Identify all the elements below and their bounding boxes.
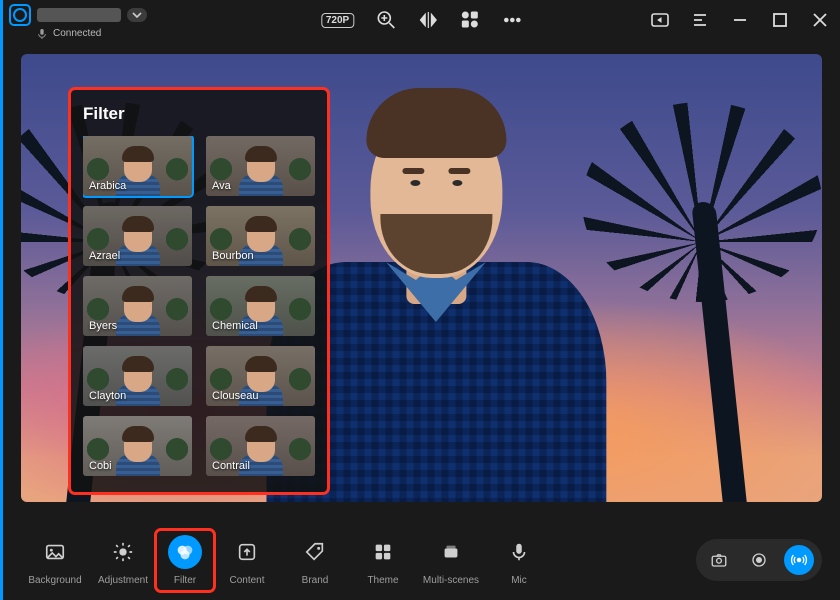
filter-thumb-ava[interactable]: Ava [206,136,315,196]
mic-status-icon [37,29,47,39]
top-bar: Connected 720P [3,0,840,44]
filter-panel-title: Filter [83,104,315,124]
bottom-toolbar: Background Adjustment Filter Content Bra… [3,520,840,600]
tool-multiscenes[interactable]: Multi-scenes [417,535,485,586]
filter-label: Chemical [212,320,258,332]
filter-label: Bourbon [212,250,254,262]
image-icon [38,535,72,569]
filter-thumb-azrael[interactable]: Azrael [83,206,192,266]
tool-label: Content [229,575,264,586]
tool-label: Mic [511,575,527,586]
filter-label: Byers [89,320,117,332]
filter-label: Ava [212,180,231,192]
tool-label: Background [28,575,81,586]
mic-icon [502,535,536,569]
tool-label: Filter [174,575,196,586]
filter-thumb-clouseau[interactable]: Clouseau [206,346,315,406]
tool-content[interactable]: Content [213,535,281,586]
pip-icon[interactable] [650,10,670,30]
minimize-icon[interactable] [730,10,750,30]
zoom-in-icon[interactable] [376,10,396,30]
filter-label: Azrael [89,250,120,262]
mirror-icon[interactable] [418,10,438,30]
filter-thumb-clayton[interactable]: Clayton [83,346,192,406]
device-dropdown[interactable] [127,8,147,22]
panel-icon[interactable] [690,10,710,30]
filter-thumb-bourbon[interactable]: Bourbon [206,206,315,266]
scenes-icon [434,535,468,569]
tool-mic[interactable]: Mic [485,535,553,586]
tool-brand[interactable]: Brand [281,535,349,586]
filter-thumb-contrail[interactable]: Contrail [206,416,315,476]
filter-grid: Arabica Ava Azrael Bourbon Byers [83,136,315,476]
tool-label: Brand [302,575,329,586]
video-preview: Filter Arabica Ava Azrael Bourbon [21,54,822,502]
resolution-badge[interactable]: 720P [321,13,354,28]
tool-theme[interactable]: Theme [349,535,417,586]
filter-thumb-arabica[interactable]: Arabica [83,136,192,196]
tool-label: Theme [367,575,398,586]
upload-icon [230,535,264,569]
go-live-button[interactable] [784,545,814,575]
maximize-icon[interactable] [770,10,790,30]
filter-label: Arabica [89,180,126,192]
filter-label: Clouseau [212,390,258,402]
connection-status-text: Connected [53,28,101,39]
brightness-icon [106,535,140,569]
snapshot-button[interactable] [704,545,734,575]
filter-label: Contrail [212,460,250,472]
camera-source-icon[interactable] [9,4,31,26]
filter-thumb-byers[interactable]: Byers [83,276,192,336]
filter-thumb-cobi[interactable]: Cobi [83,416,192,476]
capture-controls [696,539,822,581]
widgets-icon[interactable] [460,10,480,30]
filter-thumb-chemical[interactable]: Chemical [206,276,315,336]
grid-icon [366,535,400,569]
filter-icon [168,535,202,569]
connection-status: Connected [37,28,147,39]
filter-label: Clayton [89,390,126,402]
filter-panel: Filter Arabica Ava Azrael Bourbon [71,90,327,492]
record-button[interactable] [744,545,774,575]
more-icon[interactable] [502,10,522,30]
device-name-placeholder [37,8,121,22]
tool-filter[interactable]: Filter [157,531,213,590]
tool-adjustment[interactable]: Adjustment [89,535,157,586]
close-icon[interactable] [810,10,830,30]
filter-label: Cobi [89,460,112,472]
tag-icon [298,535,332,569]
tool-background[interactable]: Background [21,535,89,586]
tool-label: Adjustment [98,575,148,586]
tool-label: Multi-scenes [423,575,479,586]
